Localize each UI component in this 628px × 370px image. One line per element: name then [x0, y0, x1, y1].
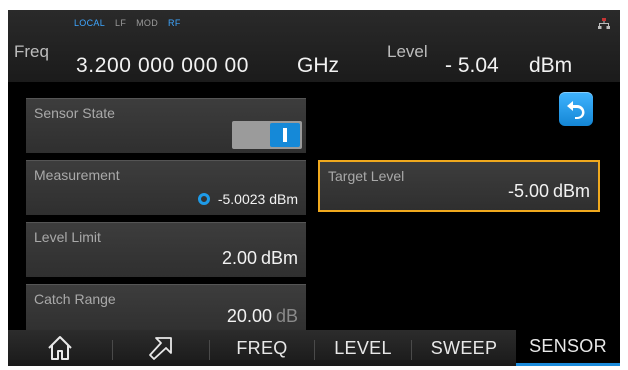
- tab-sensor[interactable]: SENSOR: [516, 330, 620, 366]
- catch-range-value: 20.00: [226, 306, 272, 326]
- indicator-mod: MOD: [136, 18, 159, 28]
- freq-label: Freq: [14, 42, 49, 61]
- level-limit-label: Level Limit: [34, 229, 101, 245]
- catch-range-unit: dB: [275, 306, 298, 326]
- status-header: LOCAL LF MOD RF Freq 3.200 000 000 00 GH…: [8, 10, 620, 82]
- target-level-label: Target Level: [328, 168, 405, 184]
- measurement-label: Measurement: [34, 167, 120, 183]
- bottom-nav: FREQ LEVEL SWEEP SENSOR: [8, 330, 620, 366]
- tab-level[interactable]: LEVEL: [315, 330, 411, 366]
- measurement-status-icon: [197, 193, 210, 205]
- target-level-value: -5.00: [507, 181, 549, 201]
- indicator-lf: LF: [115, 18, 127, 28]
- level-value[interactable]: - 5.04: [445, 54, 499, 78]
- freq-unit: GHz: [297, 54, 339, 77]
- back-button[interactable]: [559, 92, 593, 126]
- target-level-readout: -5.00 dBm: [508, 181, 590, 202]
- measurement-readout: -5.0023 dBm: [197, 191, 298, 207]
- sensor-state-toggle[interactable]: [232, 121, 302, 149]
- measurement-value: -5.0023 dBm: [217, 191, 298, 207]
- toggle-knob: [270, 123, 300, 147]
- level-label: Level: [387, 42, 428, 61]
- catch-range-field[interactable]: Catch Range 20.00 dB: [26, 284, 306, 335]
- status-indicators: LOCAL LF MOD RF: [74, 18, 181, 28]
- indicator-rf: RF: [168, 18, 181, 28]
- catch-range-label: Catch Range: [34, 291, 116, 307]
- target-level-unit: dBm: [552, 181, 590, 201]
- shortcut-arrow-button[interactable]: [113, 330, 209, 366]
- sensor-state-panel: Sensor State: [26, 98, 306, 153]
- instrument-screen: LOCAL LF MOD RF Freq 3.200 000 000 00 GH…: [8, 10, 620, 366]
- level-limit-value: 2.00: [221, 248, 257, 268]
- measurement-panel: Measurement -5.0023 dBm: [26, 160, 306, 215]
- tab-freq[interactable]: FREQ: [210, 330, 314, 366]
- indicator-local: LOCAL: [74, 18, 106, 28]
- sensor-settings-area: Sensor State Measurement -5.0023 dBm Tar…: [8, 82, 620, 335]
- home-button[interactable]: [8, 330, 112, 366]
- home-icon: [48, 336, 72, 360]
- tab-sweep[interactable]: SWEEP: [412, 330, 516, 366]
- catch-range-readout: 20.00 dB: [227, 306, 298, 327]
- arrow-icon: [149, 337, 172, 360]
- level-limit-unit: dBm: [260, 248, 298, 268]
- level-limit-readout: 2.00 dBm: [222, 248, 298, 269]
- network-icon: [598, 18, 610, 29]
- level-unit: dBm: [529, 54, 573, 77]
- sensor-state-label: Sensor State: [34, 105, 115, 121]
- freq-value[interactable]: 3.200 000 000 00: [76, 54, 249, 78]
- level-limit-field[interactable]: Level Limit 2.00 dBm: [26, 222, 306, 277]
- target-level-field[interactable]: Target Level -5.00 dBm: [318, 160, 600, 212]
- back-arrow-icon: [567, 101, 585, 119]
